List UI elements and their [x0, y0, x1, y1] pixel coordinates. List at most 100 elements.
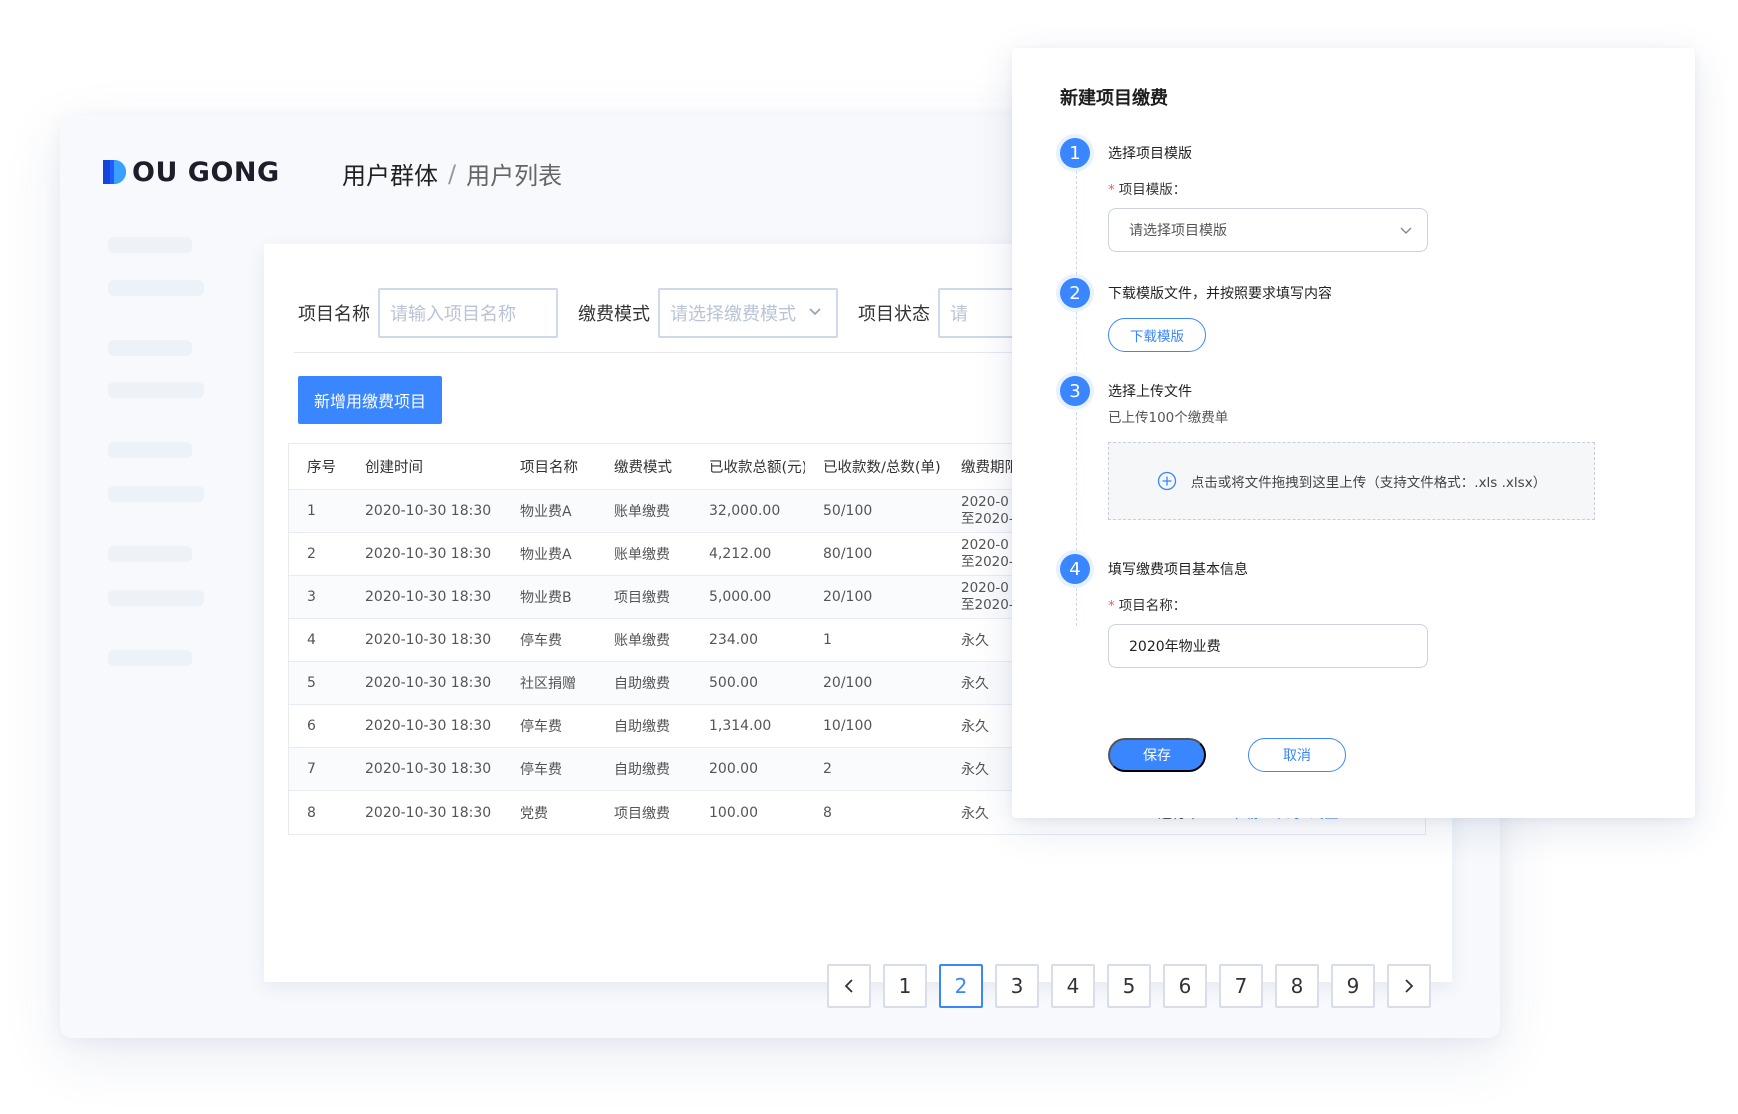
page-button-current[interactable]: 2 [939, 964, 983, 1008]
page-button[interactable]: 3 [995, 964, 1039, 1008]
sidebar-placeholder [108, 650, 192, 666]
cell-no: 5 [307, 675, 316, 691]
chevron-down-icon [809, 308, 821, 316]
dropzone-text: 点击或将文件拖拽到这里上传（支持文件格式：.xls .xlsx） [1190, 475, 1547, 491]
breadcrumb-separator: / [448, 159, 457, 188]
cell-ratio: 10/100 [823, 718, 873, 734]
step-title: 选择上传文件 [1108, 384, 1192, 400]
payment-mode-select[interactable]: 请选择缴费模式 [658, 288, 838, 338]
pagination: 1 2 3 4 5 6 7 8 9 [827, 964, 1443, 1008]
cell-name: 党费 [520, 805, 548, 822]
next-page-button[interactable] [1387, 964, 1431, 1008]
sidebar-placeholder [108, 280, 204, 296]
cell-no: 2 [307, 546, 316, 562]
cell-name: 物业费B [520, 590, 572, 606]
step-number: 1 [1060, 138, 1090, 168]
cell-mode: 自助缴费 [614, 762, 670, 778]
cell-time: 2020-10-30 18:30 [365, 804, 492, 821]
template-select-placeholder: 请选择项目模版 [1129, 223, 1227, 239]
step-4: 4 填写缴费项目基本信息 [1060, 554, 1248, 584]
page-button[interactable]: 8 [1275, 964, 1319, 1008]
cell-no: 7 [307, 761, 316, 777]
header-cell: 已收款数/总数(单) [823, 460, 941, 476]
header-cell: 缴费模式 [614, 460, 672, 476]
step-3: 3 选择上传文件 [1060, 376, 1192, 406]
breadcrumb-level1[interactable]: 用户群体 [342, 156, 438, 191]
cell-amount: 4,212.00 [709, 546, 772, 562]
step-title: 选择项目模版 [1108, 146, 1192, 162]
page-button[interactable]: 7 [1219, 964, 1263, 1008]
sidebar-placeholder [108, 486, 204, 502]
step-2: 2 下载模版文件，并按照要求填写内容 [1060, 278, 1332, 308]
breadcrumb-level2: 用户列表 [466, 162, 563, 190]
cell-mode: 自助缴费 [614, 676, 670, 692]
cell-name: 物业费A [520, 504, 572, 520]
cell-name: 停车费 [520, 762, 562, 778]
logo-text: OU GONG [132, 156, 280, 188]
cell-time: 2020-10-30 18:30 [365, 718, 492, 734]
filter-row: 项目名称 请输入项目名称 缴费模式 请选择缴费模式 项目状态 请 [298, 288, 1118, 338]
dialog-title: 新建项目缴费 [1060, 88, 1168, 109]
logo-mark-icon [103, 160, 126, 184]
cell-time: 2020-10-30 18:30 [365, 632, 492, 648]
sidebar-placeholder [108, 590, 204, 606]
header-cell: 项目名称 [520, 460, 578, 476]
page-button[interactable]: 6 [1163, 964, 1207, 1008]
cell-time: 2020-10-30 18:30 [365, 675, 492, 691]
cell-name: 停车费 [520, 633, 562, 649]
project-name-input[interactable]: 请输入项目名称 [378, 288, 558, 338]
payment-mode-placeholder: 请选择缴费模式 [670, 304, 796, 325]
step-title: 下载模版文件，并按照要求填写内容 [1108, 286, 1332, 302]
cell-no: 3 [307, 589, 316, 605]
project-status-label: 项目状态 [858, 304, 930, 325]
chevron-right-icon [1405, 979, 1414, 993]
cell-mode: 账单缴费 [614, 547, 670, 563]
chevron-down-icon [1400, 227, 1412, 234]
save-button[interactable]: 保存 [1108, 738, 1206, 772]
add-payment-project-button[interactable]: 新增用缴费项目 [298, 376, 442, 424]
cell-no: 1 [307, 503, 316, 519]
logo: OU GONG [101, 156, 280, 188]
required-mark: * [1108, 182, 1115, 198]
filter-divider [294, 352, 1014, 353]
required-mark: * [1108, 598, 1115, 614]
cell-ratio: 50/100 [823, 503, 873, 519]
project-name-field[interactable]: 2020年物业费 [1108, 624, 1428, 668]
cell-mode: 项目缴费 [614, 805, 670, 822]
sidebar-placeholder [108, 442, 192, 458]
page-button[interactable]: 1 [883, 964, 927, 1008]
download-template-button[interactable]: 下载模版 [1108, 318, 1206, 352]
cell-mode: 账单缴费 [614, 633, 670, 649]
sidebar-placeholder [108, 382, 204, 398]
plus-circle-icon [1157, 471, 1176, 491]
cell-name: 停车费 [520, 719, 562, 735]
page-button[interactable]: 5 [1107, 964, 1151, 1008]
sidebar-placeholder [108, 546, 192, 562]
cell-mode: 自助缴费 [614, 719, 670, 735]
cell-amount: 200.00 [709, 761, 758, 777]
page-button[interactable]: 9 [1331, 964, 1375, 1008]
cell-time: 2020-10-30 18:30 [365, 546, 492, 562]
project-name-form-label-text: 项目名称： [1118, 598, 1187, 614]
cell-no: 4 [307, 632, 316, 648]
prev-page-button[interactable] [827, 964, 871, 1008]
cell-name: 物业费A [520, 547, 572, 563]
chevron-left-icon [844, 979, 853, 993]
cell-ratio: 20/100 [823, 675, 873, 691]
cell-amount: 234.00 [709, 632, 758, 648]
payment-mode-label: 缴费模式 [578, 304, 650, 325]
project-status-placeholder: 请 [950, 304, 968, 325]
upload-dropzone[interactable]: 点击或将文件拖拽到这里上传（支持文件格式：.xls .xlsx） [1108, 442, 1595, 520]
template-select[interactable]: 请选择项目模版 [1108, 208, 1428, 252]
cell-mode: 项目缴费 [614, 590, 670, 606]
cell-amount: 5,000.00 [709, 589, 772, 605]
header-cell: 已收款总额(元) [709, 460, 805, 476]
page-button[interactable]: 4 [1051, 964, 1095, 1008]
upload-status: 已上传100个缴费单 [1108, 410, 1229, 426]
new-project-dialog: 新建项目缴费 1 选择项目模版 * 项目模版： 请选择项目模版 2 下载模版文件，… [1012, 48, 1695, 818]
template-label-text: 项目模版： [1118, 182, 1187, 198]
cancel-button[interactable]: 取消 [1248, 738, 1346, 772]
cell-amount: 1,314.00 [709, 718, 772, 734]
header-cell: 序号 [307, 460, 336, 476]
sidebar-placeholder [108, 237, 192, 253]
